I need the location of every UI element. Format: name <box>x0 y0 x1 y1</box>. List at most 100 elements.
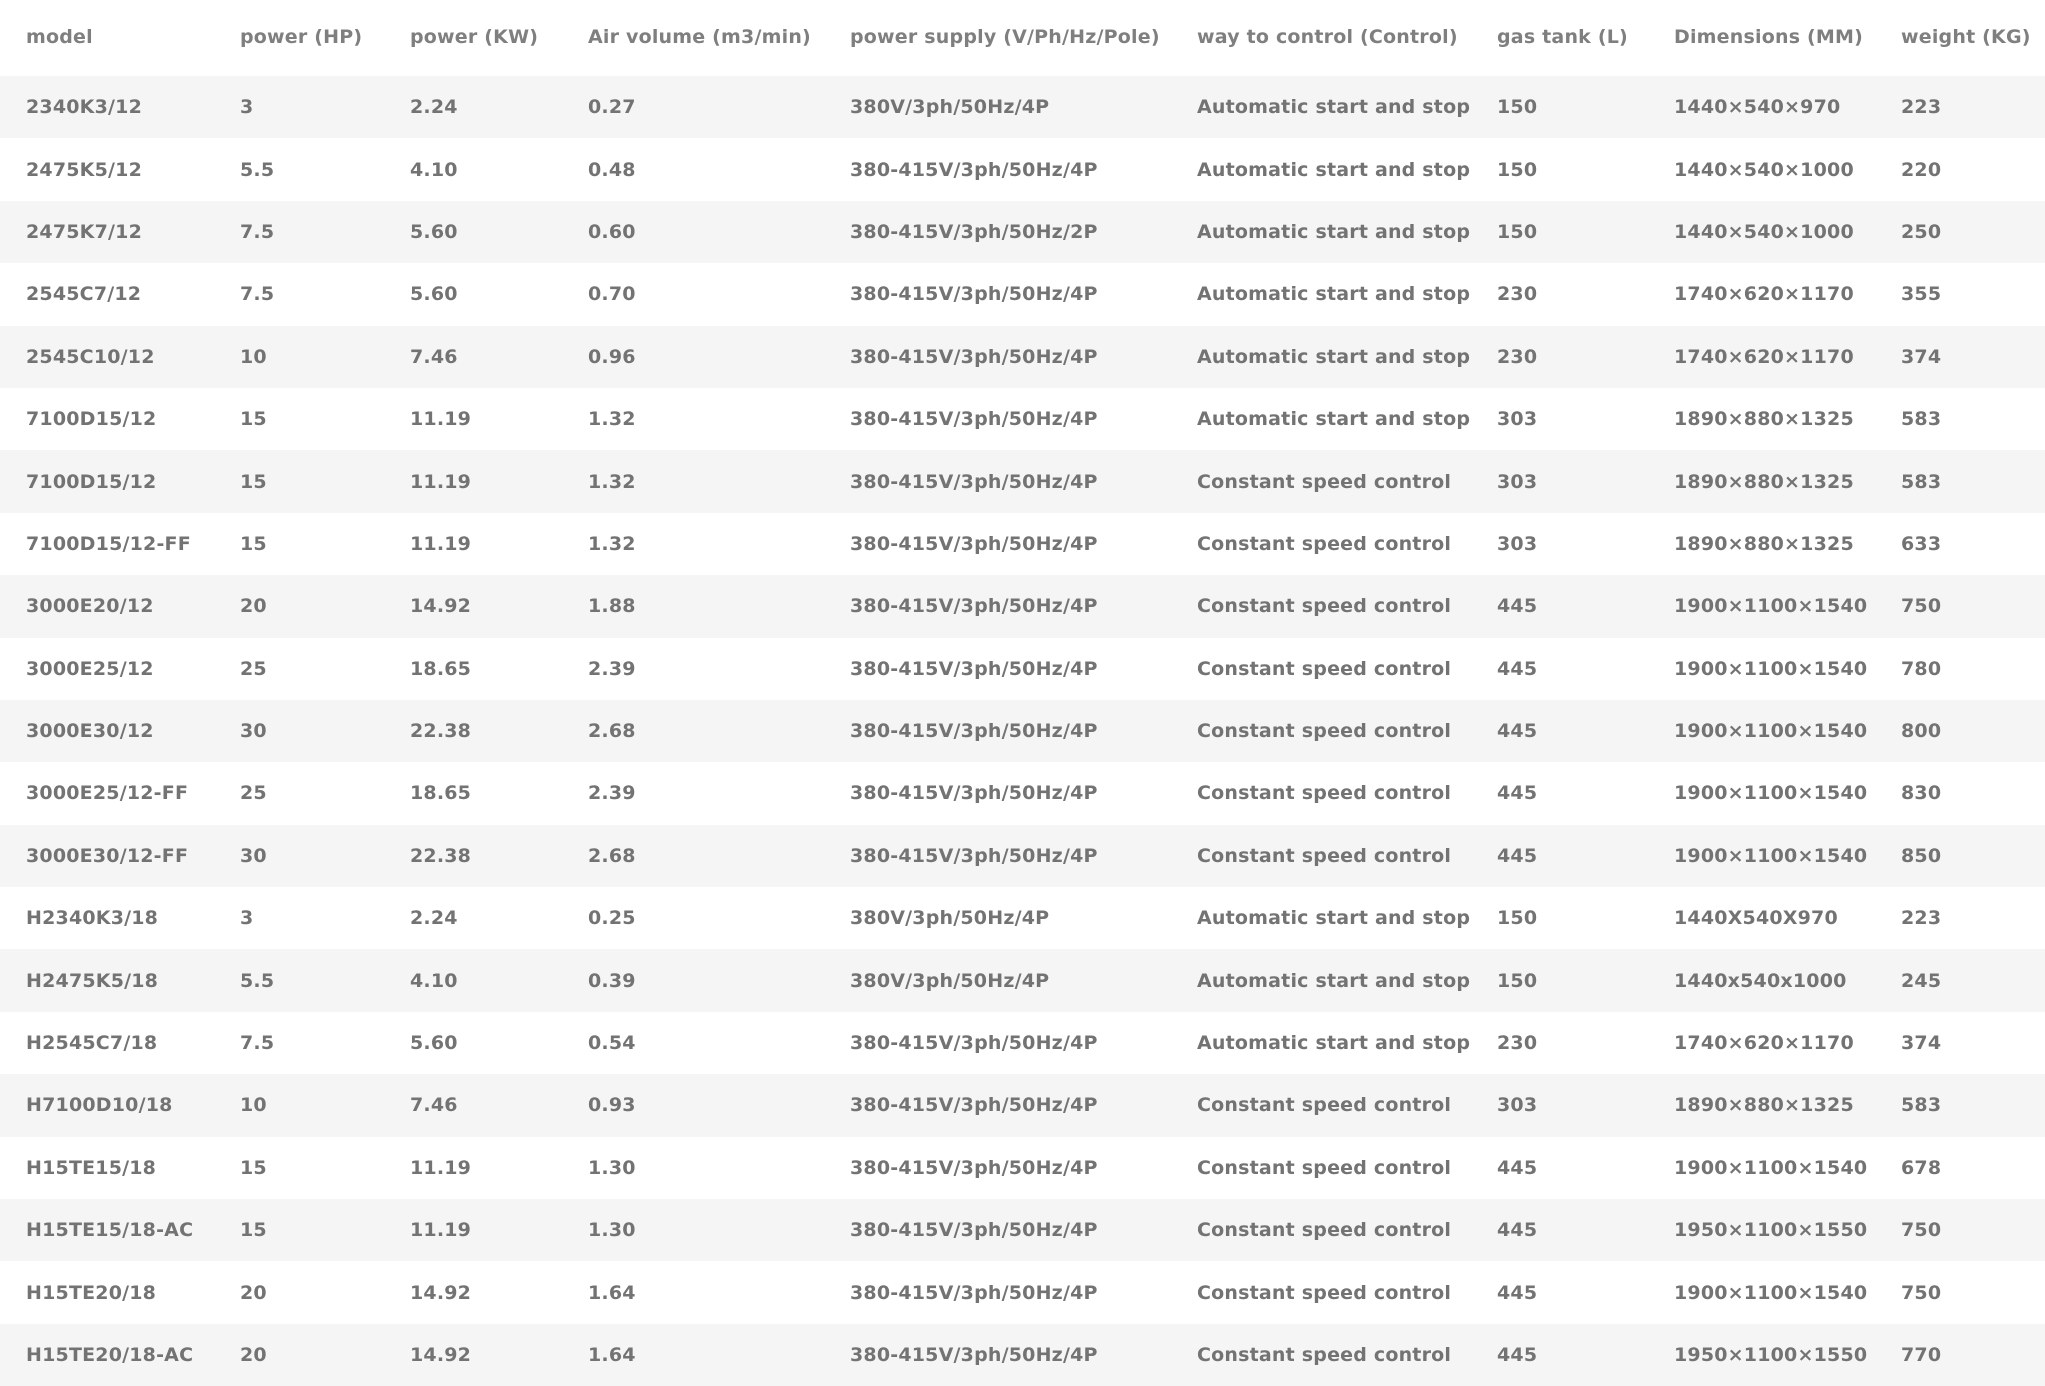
cell-weight: 800 <box>1901 720 1942 743</box>
cell-air-volume: 1.64 <box>588 1344 636 1366</box>
cell-power-supply: 380-415V/3ph/50Hz/4P <box>850 1219 1098 1242</box>
cell-control: Automatic start and stop <box>1197 408 1471 431</box>
cell-power-hp: 25 <box>240 782 267 805</box>
cell-control: Constant speed control <box>1197 657 1452 680</box>
cell-power-hp: 15 <box>240 1219 267 1242</box>
table-row: 7100D15/12 15 11.19 1.32 380-415V/3ph/50Hz/4… <box>0 387 2045 451</box>
cell-power-hp: 25 <box>240 657 267 680</box>
header-row: model power (HP) power (KW) Air volume (m3/… <box>0 0 2045 76</box>
cell-power-supply: 380-415V/3ph/50Hz/4P <box>850 158 1098 181</box>
table-row: 3000E30/12-FF 30 22.38 2.68 380-415V/3ph/50H… <box>0 824 2045 888</box>
cell-gas-tank: 445 <box>1497 844 1538 867</box>
cell-dimensions: 1900×1100×1540 <box>1674 595 1868 618</box>
cell-power-supply: 380-415V/3ph/50Hz/4P <box>850 532 1098 555</box>
cell-power-kw: 22.38 <box>410 844 472 867</box>
cell-model: 2340K3/12 <box>26 96 143 119</box>
cell-power-hp: 5.5 <box>240 158 275 181</box>
cell-power-kw: 7.46 <box>410 1094 458 1117</box>
cell-control: Automatic start and stop <box>1197 220 1471 243</box>
cell-model: 3000E30/12 <box>26 720 154 743</box>
cell-weight: 750 <box>1901 595 1942 618</box>
header-power-supply: power supply (V/Ph/Hz/Pole) <box>850 26 1160 48</box>
cell-air-volume: 2.39 <box>588 657 636 680</box>
cell-control: Constant speed control <box>1197 1156 1452 1179</box>
cell-weight: 250 <box>1901 220 1942 243</box>
cell-power-hp: 20 <box>240 1281 267 1304</box>
cell-dimensions: 1900×1100×1540 <box>1674 782 1868 805</box>
cell-dimensions: 1440×540×1000 <box>1674 158 1854 181</box>
table-row: H2340K3/18 3 2.24 0.25 380V/3ph/50Hz/4P Autom… <box>0 887 2045 950</box>
cell-power-hp: 7.5 <box>240 220 275 243</box>
cell-power-hp: 20 <box>240 1344 267 1366</box>
cell-gas-tank: 230 <box>1497 345 1538 368</box>
cell-gas-tank: 445 <box>1497 595 1538 618</box>
cell-gas-tank: 303 <box>1497 470 1538 493</box>
cell-power-hp: 3 <box>240 907 254 930</box>
cell-weight: 633 <box>1901 532 1942 555</box>
cell-model: H15TE20/18-AC <box>26 1344 194 1366</box>
table-row: 3000E20/12 20 14.92 1.88 380-415V/3ph/50Hz/4… <box>0 575 2045 638</box>
header-power-hp: power (HP) <box>240 26 363 48</box>
cell-dimensions: 1440x540x1000 <box>1674 969 1847 992</box>
cell-weight: 374 <box>1901 1032 1942 1055</box>
cell-air-volume: 0.70 <box>588 283 636 306</box>
cell-dimensions: 1890×880×1325 <box>1674 532 1854 555</box>
cell-power-hp: 7.5 <box>240 283 275 306</box>
cell-gas-tank: 303 <box>1497 408 1538 431</box>
specifications-table: model power (HP) power (KW) Air volume (m3/… <box>0 0 2045 1386</box>
header-control: way to control (Control) <box>1197 26 1458 48</box>
cell-power-kw: 18.65 <box>410 657 472 680</box>
header-dimensions: Dimensions (MM) <box>1674 26 1864 48</box>
cell-control: Constant speed control <box>1197 782 1452 805</box>
cell-air-volume: 0.25 <box>588 907 636 930</box>
cell-air-volume: 1.88 <box>588 595 636 618</box>
cell-power-supply: 380-415V/3ph/50Hz/4P <box>850 283 1098 306</box>
table-body: 2340K3/12 3 2.24 0.27 380V/3ph/50Hz/4P Automa… <box>0 76 2045 1386</box>
cell-model: 3000E30/12-FF <box>26 844 189 867</box>
cell-power-kw: 11.19 <box>410 532 472 555</box>
cell-dimensions: 1900×1100×1540 <box>1674 720 1868 743</box>
cell-control: Automatic start and stop <box>1197 158 1471 181</box>
cell-gas-tank: 150 <box>1497 907 1538 930</box>
cell-air-volume: 1.32 <box>588 470 636 493</box>
cell-weight: 780 <box>1901 657 1942 680</box>
cell-gas-tank: 303 <box>1497 532 1538 555</box>
header-air-volume: Air volume (m3/min) <box>588 26 811 48</box>
cell-dimensions: 1740×620×1170 <box>1674 1032 1854 1055</box>
cell-power-supply: 380-415V/3ph/50Hz/4P <box>850 345 1098 368</box>
cell-dimensions: 1950×1100×1550 <box>1674 1219 1868 1242</box>
cell-weight: 245 <box>1901 969 1942 992</box>
cell-power-kw: 11.19 <box>410 1219 472 1242</box>
cell-dimensions: 1900×1100×1540 <box>1674 844 1868 867</box>
cell-weight: 850 <box>1901 844 1942 867</box>
cell-gas-tank: 445 <box>1497 1156 1538 1179</box>
cell-power-hp: 30 <box>240 720 267 743</box>
cell-weight: 223 <box>1901 907 1942 930</box>
cell-control: Constant speed control <box>1197 1281 1452 1304</box>
cell-power-kw: 5.60 <box>410 220 458 243</box>
cell-gas-tank: 150 <box>1497 969 1538 992</box>
cell-power-kw: 11.19 <box>410 408 472 431</box>
cell-power-supply: 380V/3ph/50Hz/4P <box>850 907 1050 930</box>
cell-weight: 583 <box>1901 408 1942 431</box>
cell-air-volume: 0.96 <box>588 345 636 368</box>
cell-power-hp: 10 <box>240 345 267 368</box>
cell-gas-tank: 445 <box>1497 657 1538 680</box>
cell-gas-tank: 150 <box>1497 220 1538 243</box>
cell-model: 3000E20/12 <box>26 595 154 618</box>
cell-dimensions: 1440×540×1000 <box>1674 220 1854 243</box>
cell-power-hp: 30 <box>240 844 267 867</box>
cell-air-volume: 2.39 <box>588 782 636 805</box>
cell-air-volume: 0.93 <box>588 1094 636 1117</box>
cell-power-kw: 18.65 <box>410 782 472 805</box>
cell-power-supply: 380-415V/3ph/50Hz/4P <box>850 1156 1098 1179</box>
cell-weight: 223 <box>1901 96 1942 119</box>
cell-power-kw: 14.92 <box>410 1344 472 1366</box>
table-row: H2475K5/18 5.5 4.10 0.39 380V/3ph/50Hz/4P Aut… <box>0 949 2045 1012</box>
table-row: 2475K5/12 5.5 4.10 0.48 380-415V/3ph/50Hz/4P… <box>0 138 2045 201</box>
cell-power-supply: 380V/3ph/50Hz/4P <box>850 96 1050 119</box>
cell-power-supply: 380-415V/3ph/50Hz/4P <box>850 470 1098 493</box>
cell-power-supply: 380-415V/3ph/50Hz/4P <box>850 782 1098 805</box>
cell-weight: 374 <box>1901 345 1942 368</box>
cell-control: Constant speed control <box>1197 532 1452 555</box>
